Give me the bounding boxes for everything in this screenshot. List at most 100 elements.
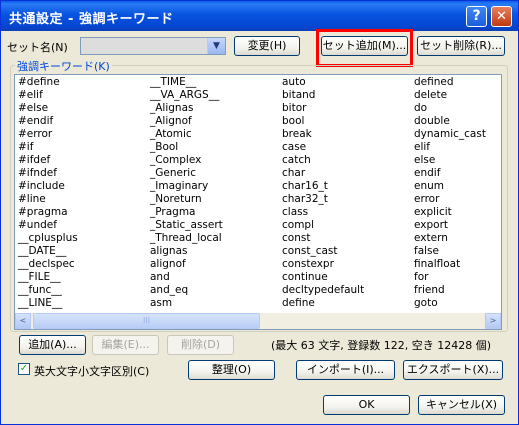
change-button[interactable]: 変更(H) — [234, 36, 300, 56]
list-item[interactable]: _Atomic — [150, 128, 223, 141]
list-item[interactable]: _Imaginary — [150, 180, 223, 193]
delete-button[interactable]: 削除(D) — [167, 335, 234, 355]
list-item[interactable]: defined — [414, 76, 486, 89]
case-sensitive-label: 英大文字小文字区別(C) — [34, 365, 150, 378]
list-item[interactable]: finalfloat — [414, 258, 486, 271]
list-item[interactable]: catch — [282, 154, 364, 167]
scroll-thumb[interactable]: III — [33, 313, 260, 329]
list-item[interactable]: #include — [18, 180, 78, 193]
list-item[interactable]: __func__ — [18, 284, 78, 297]
list-item[interactable]: __LINE__ — [18, 297, 78, 310]
list-item[interactable]: else — [414, 154, 486, 167]
title-bar[interactable]: 共通設定 - 強調キーワード ? ✕ — [1, 1, 518, 31]
set-name-combobox[interactable]: ▼ — [80, 37, 226, 55]
list-item[interactable]: error — [414, 193, 486, 206]
list-item[interactable]: bitand — [282, 89, 364, 102]
list-item[interactable]: and — [150, 271, 223, 284]
list-item[interactable]: endif — [414, 167, 486, 180]
list-item[interactable]: alignas — [150, 245, 223, 258]
export-button[interactable]: エクスポート(X)... — [403, 360, 503, 380]
list-item[interactable]: constexpr — [282, 258, 364, 271]
list-item[interactable]: export — [414, 219, 486, 232]
list-item[interactable]: char — [282, 167, 364, 180]
list-item[interactable]: bitor — [282, 102, 364, 115]
list-item[interactable]: const_cast — [282, 245, 364, 258]
list-item[interactable]: _Alignas — [150, 102, 223, 115]
list-item[interactable]: case — [282, 141, 364, 154]
list-item[interactable]: auto — [282, 76, 364, 89]
list-item[interactable]: _Alignof — [150, 115, 223, 128]
chevron-down-icon[interactable]: ▼ — [207, 38, 225, 54]
list-item[interactable]: #elif — [18, 89, 78, 102]
scroll-right-icon[interactable]: > — [485, 313, 501, 329]
list-item[interactable]: char32_t — [282, 193, 364, 206]
window-title: 共通設定 - 強調キーワード — [9, 12, 174, 27]
list-item[interactable]: __VA_ARGS__ — [150, 89, 223, 102]
list-item[interactable]: do — [414, 102, 486, 115]
list-item[interactable]: #else — [18, 102, 78, 115]
delete-set-button[interactable]: セット削除(R)... — [417, 36, 505, 56]
list-item[interactable]: for — [414, 271, 486, 284]
list-item[interactable]: #pragma — [18, 206, 78, 219]
list-item[interactable]: compl — [282, 219, 364, 232]
edit-button[interactable]: 編集(E)... — [92, 335, 159, 355]
list-item[interactable]: asm — [150, 297, 223, 310]
list-item[interactable]: #line — [18, 193, 78, 206]
import-button[interactable]: インポート(I)... — [296, 360, 395, 380]
list-item[interactable]: __TIME__ — [150, 76, 223, 89]
help-button[interactable]: ? — [466, 6, 487, 27]
list-item[interactable]: friend — [414, 284, 486, 297]
list-item[interactable]: __declspec — [18, 258, 78, 271]
list-item[interactable]: elif — [414, 141, 486, 154]
list-item[interactable]: and_eq — [150, 284, 223, 297]
close-button[interactable]: ✕ — [491, 6, 512, 27]
ok-button[interactable]: OK — [323, 395, 410, 415]
list-item[interactable]: #define — [18, 76, 78, 89]
list-item[interactable]: #undef — [18, 219, 78, 232]
keywords-listbox[interactable]: #define #elif #else #endif #error #if #ifdef #i… — [14, 74, 502, 330]
list-item[interactable]: #endif — [18, 115, 78, 128]
list-item[interactable]: __cplusplus — [18, 232, 78, 245]
horizontal-scrollbar[interactable]: < III > — [15, 313, 501, 329]
list-item[interactable]: #ifndef — [18, 167, 78, 180]
list-item[interactable]: #ifdef — [18, 154, 78, 167]
list-item[interactable]: __DATE__ — [18, 245, 78, 258]
list-item[interactable]: bool — [282, 115, 364, 128]
list-item[interactable]: char16_t — [282, 180, 364, 193]
list-item[interactable]: _Bool — [150, 141, 223, 154]
keyword-column: auto bitand bitor bool break case catch char cha… — [282, 76, 364, 310]
list-item[interactable]: extern — [414, 232, 486, 245]
list-item[interactable]: _Generic — [150, 167, 223, 180]
list-item[interactable]: decltypedefault — [282, 284, 364, 297]
list-item[interactable]: __FILE__ — [18, 271, 78, 284]
list-item[interactable]: const — [282, 232, 364, 245]
highlight-box — [316, 29, 413, 67]
case-sensitive-checkbox[interactable]: ✓ — [18, 363, 30, 375]
list-item[interactable]: _Thread_local — [150, 232, 223, 245]
list-item[interactable]: dynamic_cast — [414, 128, 486, 141]
list-item[interactable]: break — [282, 128, 364, 141]
list-item[interactable]: define — [282, 297, 364, 310]
list-item[interactable]: _Noreturn — [150, 193, 223, 206]
organize-button[interactable]: 整理(O) — [188, 360, 275, 380]
list-item[interactable]: _Static_assert — [150, 219, 223, 232]
list-item[interactable]: false — [414, 245, 486, 258]
add-button[interactable]: 追加(A)... — [19, 335, 86, 355]
scroll-left-icon[interactable]: < — [15, 313, 31, 329]
list-item[interactable]: class — [282, 206, 364, 219]
list-item[interactable]: _Complex — [150, 154, 223, 167]
keyword-column: __TIME__ __VA_ARGS__ _Alignas _Alignof _Atom… — [150, 76, 223, 310]
list-item[interactable]: explicit — [414, 206, 486, 219]
status-text: (最大 63 文字, 登録数 122, 空き 12428 個) — [271, 339, 492, 352]
list-item[interactable]: continue — [282, 271, 364, 284]
list-item[interactable]: double — [414, 115, 486, 128]
list-item[interactable]: _Pragma — [150, 206, 223, 219]
cancel-button[interactable]: キャンセル(X) — [418, 395, 505, 415]
list-item[interactable]: alignof — [150, 258, 223, 271]
list-item[interactable]: enum — [414, 180, 486, 193]
list-item[interactable]: #error — [18, 128, 78, 141]
list-item[interactable]: delete — [414, 89, 486, 102]
set-name-label: セット名(N) — [7, 41, 68, 54]
list-item[interactable]: #if — [18, 141, 78, 154]
list-item[interactable]: goto — [414, 297, 486, 310]
